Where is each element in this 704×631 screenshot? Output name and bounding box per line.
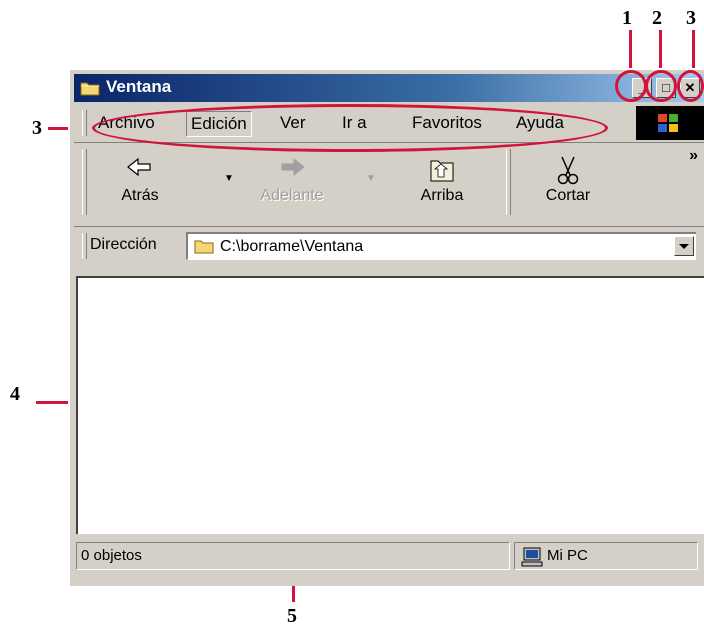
cut-button[interactable]: Cortar	[528, 153, 608, 205]
back-dropdown-arrow[interactable]: ▼	[224, 173, 234, 184]
scissors-icon	[557, 156, 579, 185]
folder-up-icon	[430, 160, 454, 182]
folder-icon	[194, 240, 214, 254]
status-objects-text: 0 objetos	[81, 547, 142, 564]
forward-label: Adelante	[260, 187, 324, 204]
annotation-5: 5	[287, 605, 297, 627]
toolbar-grip	[82, 149, 87, 215]
status-bar: 0 objetos Mi PC	[74, 540, 704, 574]
annotation-2-pointer	[659, 30, 662, 70]
toolbar-separator	[506, 149, 511, 215]
forward-dropdown-arrow[interactable]: ▼	[366, 173, 376, 184]
back-arrow-icon	[127, 157, 151, 177]
annotation-2-circle	[645, 70, 677, 102]
annotation-3-top: 3	[686, 7, 696, 29]
toolbar-overflow-chevron[interactable]: »	[689, 147, 698, 165]
cut-label: Cortar	[545, 187, 591, 204]
status-location-text: Mi PC	[547, 547, 588, 564]
up-label: Arriba	[420, 187, 464, 204]
back-label: Atrás	[121, 187, 159, 204]
status-objects-pane: 0 objetos	[76, 542, 510, 570]
annotation-3-pointer	[692, 30, 695, 70]
chevron-down-icon	[679, 244, 689, 249]
up-button[interactable]: Arriba	[402, 153, 482, 205]
annotation-menu-ellipse	[92, 104, 608, 152]
status-location-pane: Mi PC	[514, 542, 698, 570]
title-bar[interactable]: Ventana _ □ ✕	[74, 74, 704, 102]
folder-icon	[80, 82, 100, 96]
address-bar: Dirección C:\borrame\Ventana	[74, 226, 704, 265]
computer-icon	[521, 547, 543, 567]
annotation-2: 2	[652, 7, 662, 29]
annotation-3-menu: 3	[32, 117, 42, 139]
address-label: Dirección	[90, 236, 157, 253]
windows-flag-icon	[658, 114, 678, 132]
address-dropdown-button[interactable]	[674, 236, 694, 256]
window-title: Ventana	[106, 77, 172, 96]
menubar-grip	[82, 110, 87, 136]
standard-toolbar: Atrás ▼ Adelante ▼ Arriba Cortar »	[74, 142, 704, 223]
annotation-4: 4	[10, 383, 20, 405]
annotation-1-circle	[615, 70, 647, 102]
annotation-3-circle	[677, 70, 704, 102]
file-list-area[interactable]	[76, 276, 704, 534]
annotation-1-pointer	[629, 30, 632, 70]
forward-arrow-icon	[281, 157, 305, 177]
back-button[interactable]: Atrás	[100, 153, 180, 205]
address-value: C:\borrame\Ventana	[220, 238, 364, 255]
addressbar-grip	[82, 233, 87, 259]
windows-logo	[636, 106, 704, 140]
forward-button[interactable]: Adelante	[252, 153, 332, 205]
annotation-1: 1	[622, 7, 632, 29]
address-input[interactable]: C:\borrame\Ventana	[186, 232, 696, 260]
